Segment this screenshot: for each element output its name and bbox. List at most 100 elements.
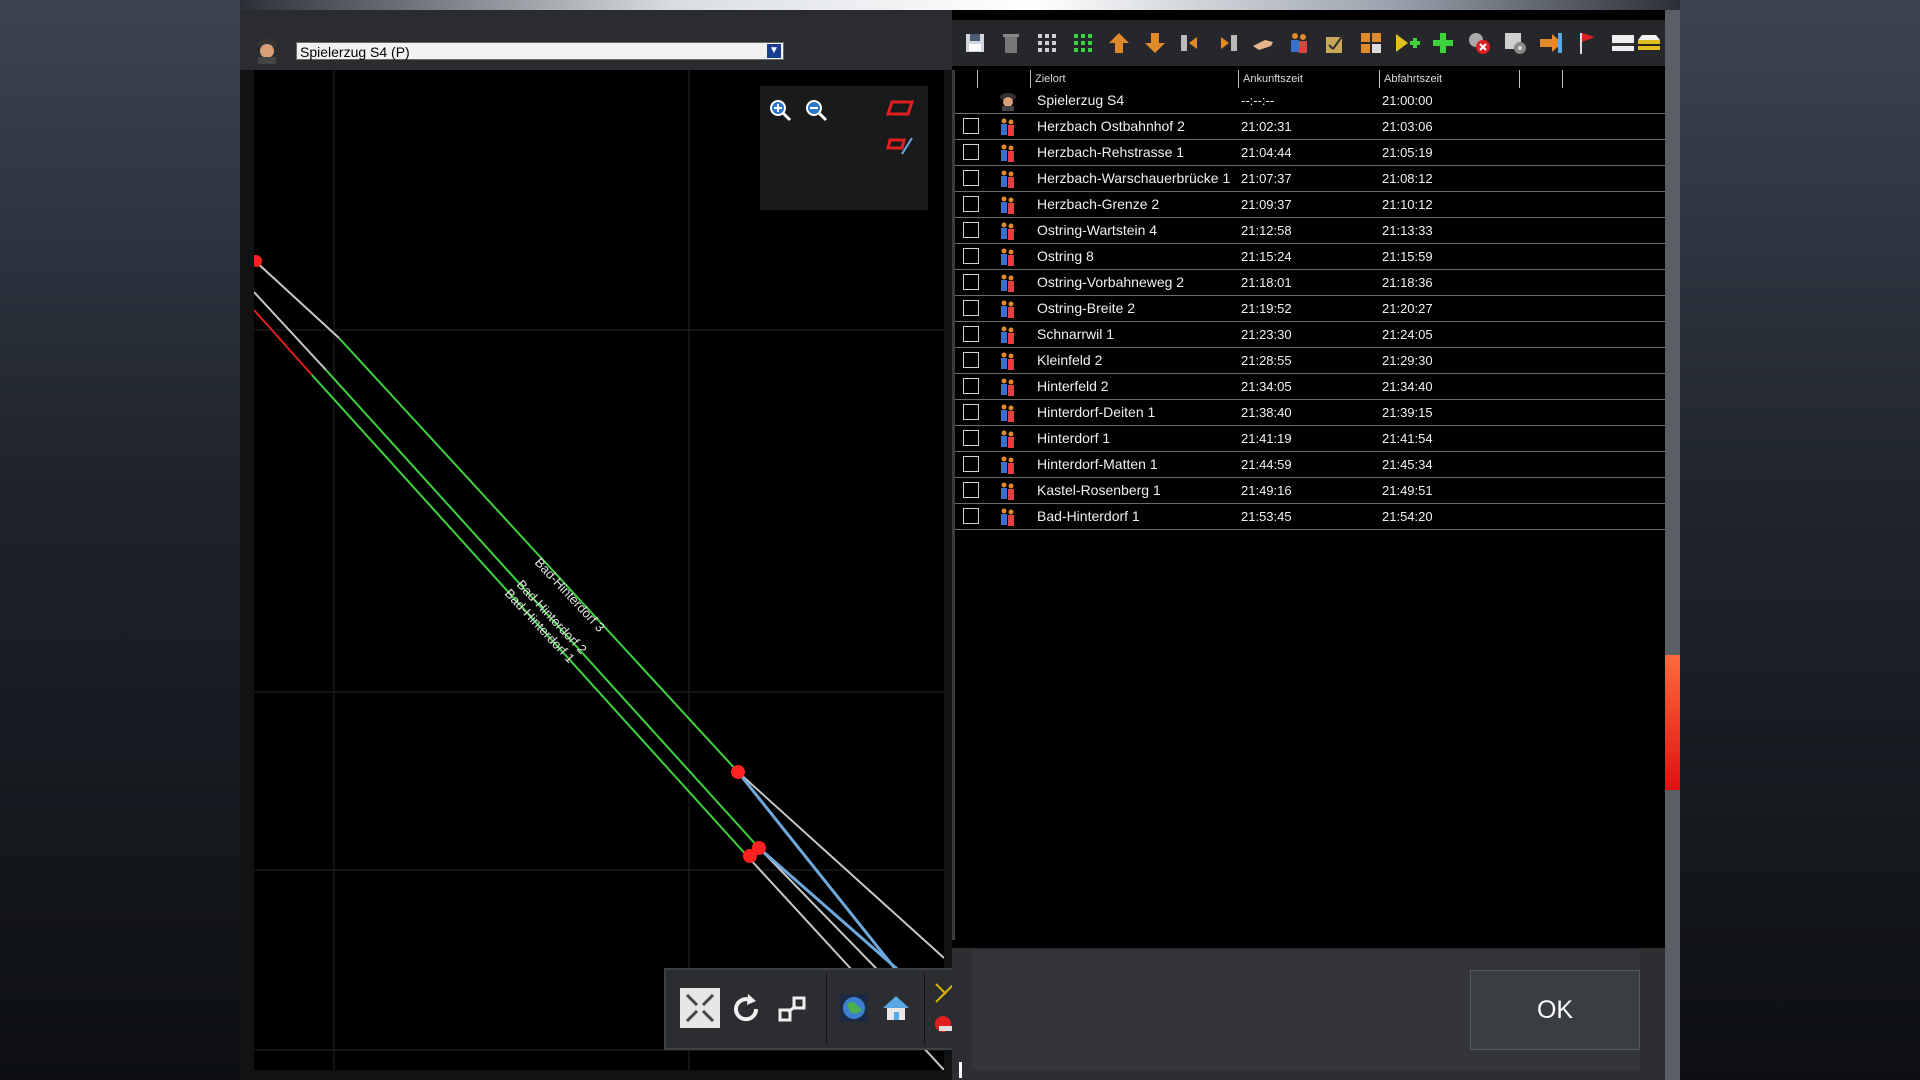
globe-icon[interactable] [836, 990, 872, 1026]
save-icon[interactable] [960, 28, 990, 58]
row-checkbox[interactable] [963, 430, 979, 446]
row-checkbox[interactable] [963, 300, 979, 316]
trash-icon[interactable] [996, 28, 1026, 58]
stop-name: Bad-Hinterdorf 1 [1037, 508, 1140, 524]
row-checkbox[interactable] [963, 404, 979, 420]
table-row[interactable]: Hinterfeld 2 21:34:05 21:34:40 [955, 374, 1665, 400]
row-checkbox[interactable] [963, 196, 979, 212]
table-row[interactable]: Ostring 8 21:15:24 21:15:59 [955, 244, 1665, 270]
edit-track-icon[interactable] [886, 134, 914, 162]
zoom-out-icon[interactable] [804, 98, 832, 126]
timetable-panel: Zielort Ankunftszeit Abfahrtszeit Spiele… [952, 10, 1665, 1080]
stop-name: Herzbach Ostbahnhof 2 [1037, 118, 1185, 134]
passenger-icon [998, 195, 1018, 215]
arrival-time: 21:28:55 [1241, 353, 1292, 368]
passenger-icon [998, 481, 1018, 501]
hand-icon[interactable] [1248, 28, 1278, 58]
departure-time: 21:45:34 [1382, 457, 1433, 472]
row-checkbox[interactable] [963, 274, 979, 290]
stop-name: Hinterdorf-Deiten 1 [1037, 404, 1156, 420]
arrival-time: 21:04:44 [1241, 145, 1292, 160]
column-header-arrival[interactable]: Ankunftszeit [1238, 70, 1379, 88]
stop-name: Ostring-Wartstein 4 [1037, 222, 1158, 238]
row-checkbox[interactable] [963, 248, 979, 264]
table-row[interactable]: Herzbach Ostbahnhof 2 21:02:31 21:03:06 [955, 114, 1665, 140]
table-row[interactable]: Kastel-Rosenberg 1 21:49:16 21:49:51 [955, 478, 1665, 504]
row-checkbox[interactable] [963, 508, 979, 524]
track-red [254, 309, 313, 376]
toolbar-divider [826, 974, 827, 1044]
table-row[interactable]: Ostring-Wartstein 4 21:12:58 21:13:33 [955, 218, 1665, 244]
rotate-icon[interactable] [728, 990, 766, 1028]
table-row[interactable]: Ostring-Breite 2 21:19:52 21:20:27 [955, 296, 1665, 322]
table-row[interactable]: Bad-Hinterdorf 1 21:53:45 21:54:20 [955, 504, 1665, 530]
table-row[interactable]: Herzbach-Grenze 2 21:09:37 21:10:12 [955, 192, 1665, 218]
table-row[interactable]: Hinterdorf 1 21:41:19 21:41:54 [955, 426, 1665, 452]
passenger-icon [998, 351, 1018, 371]
track-white-3 [737, 771, 944, 959]
row-checkbox[interactable] [963, 222, 979, 238]
scroll-indicator[interactable] [959, 1062, 962, 1078]
track-map[interactable]: Bad-Hinterdorf 3 Bad-Hinterdorf 2 Bad-Hi… [254, 70, 944, 1070]
passenger-icon[interactable] [1284, 28, 1314, 58]
table-row[interactable]: Hinterdorf-Matten 1 21:44:59 21:45:34 [955, 452, 1665, 478]
passenger-icon [998, 273, 1018, 293]
table-row[interactable]: Herzbach-Rehstrasse 1 21:04:44 21:05:19 [955, 140, 1665, 166]
row-checkbox[interactable] [963, 170, 979, 186]
grid-green-icon[interactable] [1068, 28, 1098, 58]
stop-name: Ostring-Breite 2 [1037, 300, 1136, 316]
move-up-icon[interactable] [1104, 28, 1134, 58]
add-icon[interactable] [1428, 28, 1458, 58]
home-icon[interactable] [878, 990, 914, 1026]
timetable-header: Zielort Ankunftszeit Abfahrtszeit [955, 70, 1665, 88]
import-icon[interactable] [1536, 28, 1566, 58]
table-row[interactable]: Kleinfeld 2 21:28:55 21:29:30 [955, 348, 1665, 374]
passenger-icon [998, 507, 1018, 527]
driver-icon [254, 36, 280, 64]
row-checkbox[interactable] [963, 118, 979, 134]
row-checkbox[interactable] [963, 352, 979, 368]
background-scenery-left [0, 0, 240, 1080]
row-checkbox[interactable] [963, 482, 979, 498]
panel-icon[interactable] [1608, 28, 1638, 58]
row-checkbox[interactable] [963, 456, 979, 472]
column-header-destination[interactable]: Zielort [1030, 70, 1238, 88]
grid-icon[interactable] [1032, 28, 1062, 58]
signal-marker[interactable] [743, 849, 757, 863]
fit-view-icon[interactable] [680, 988, 720, 1028]
arrival-time: --:--:-- [1241, 93, 1275, 108]
train-select-dropdown[interactable]: Spielerzug S4 (P) ▼ [296, 42, 784, 60]
train-car-icon[interactable] [1636, 28, 1662, 58]
eraser-icon[interactable] [886, 98, 914, 126]
passenger-icon [998, 455, 1018, 475]
align-right-icon[interactable] [1212, 28, 1242, 58]
signal-marker[interactable] [731, 765, 745, 779]
arrival-time: 21:49:16 [1241, 483, 1292, 498]
column-header-departure[interactable]: Abfahrtszeit [1379, 70, 1519, 88]
zoom-in-icon[interactable] [768, 98, 796, 126]
arrival-time: 21:18:01 [1241, 275, 1292, 290]
remove-icon[interactable] [1464, 28, 1494, 58]
layout-icon[interactable] [1356, 28, 1386, 58]
move-down-icon[interactable] [1140, 28, 1170, 58]
stop-name: Ostring-Vorbahneweg 2 [1037, 274, 1185, 290]
table-row[interactable]: Ostring-Vorbahneweg 2 21:18:01 21:18:36 [955, 270, 1665, 296]
chevron-down-icon[interactable]: ▼ [767, 44, 781, 58]
ok-button[interactable]: OK [1470, 970, 1640, 1050]
table-row[interactable]: Schnarrwil 1 21:23:30 21:24:05 [955, 322, 1665, 348]
flag-icon[interactable] [1572, 28, 1602, 58]
table-row[interactable]: Hinterdorf-Deiten 1 21:38:40 21:39:15 [955, 400, 1665, 426]
row-checkbox[interactable] [963, 144, 979, 160]
add-stop-icon[interactable] [1392, 28, 1422, 58]
stop-name: Ostring 8 [1037, 248, 1094, 264]
align-left-icon[interactable] [1176, 28, 1206, 58]
row-checkbox[interactable] [963, 378, 979, 394]
departure-time: 21:24:05 [1382, 327, 1433, 342]
settings-icon[interactable] [1500, 28, 1530, 58]
table-row[interactable]: Spielerzug S4 --:--:-- 21:00:00 [955, 88, 1665, 114]
stop-name: Spielerzug S4 [1037, 92, 1125, 108]
checklist-icon[interactable] [1320, 28, 1350, 58]
resize-icon[interactable] [774, 990, 812, 1028]
table-row[interactable]: Herzbach-Warschauerbrücke 1 21:07:37 21:08… [955, 166, 1665, 192]
row-checkbox[interactable] [963, 326, 979, 342]
